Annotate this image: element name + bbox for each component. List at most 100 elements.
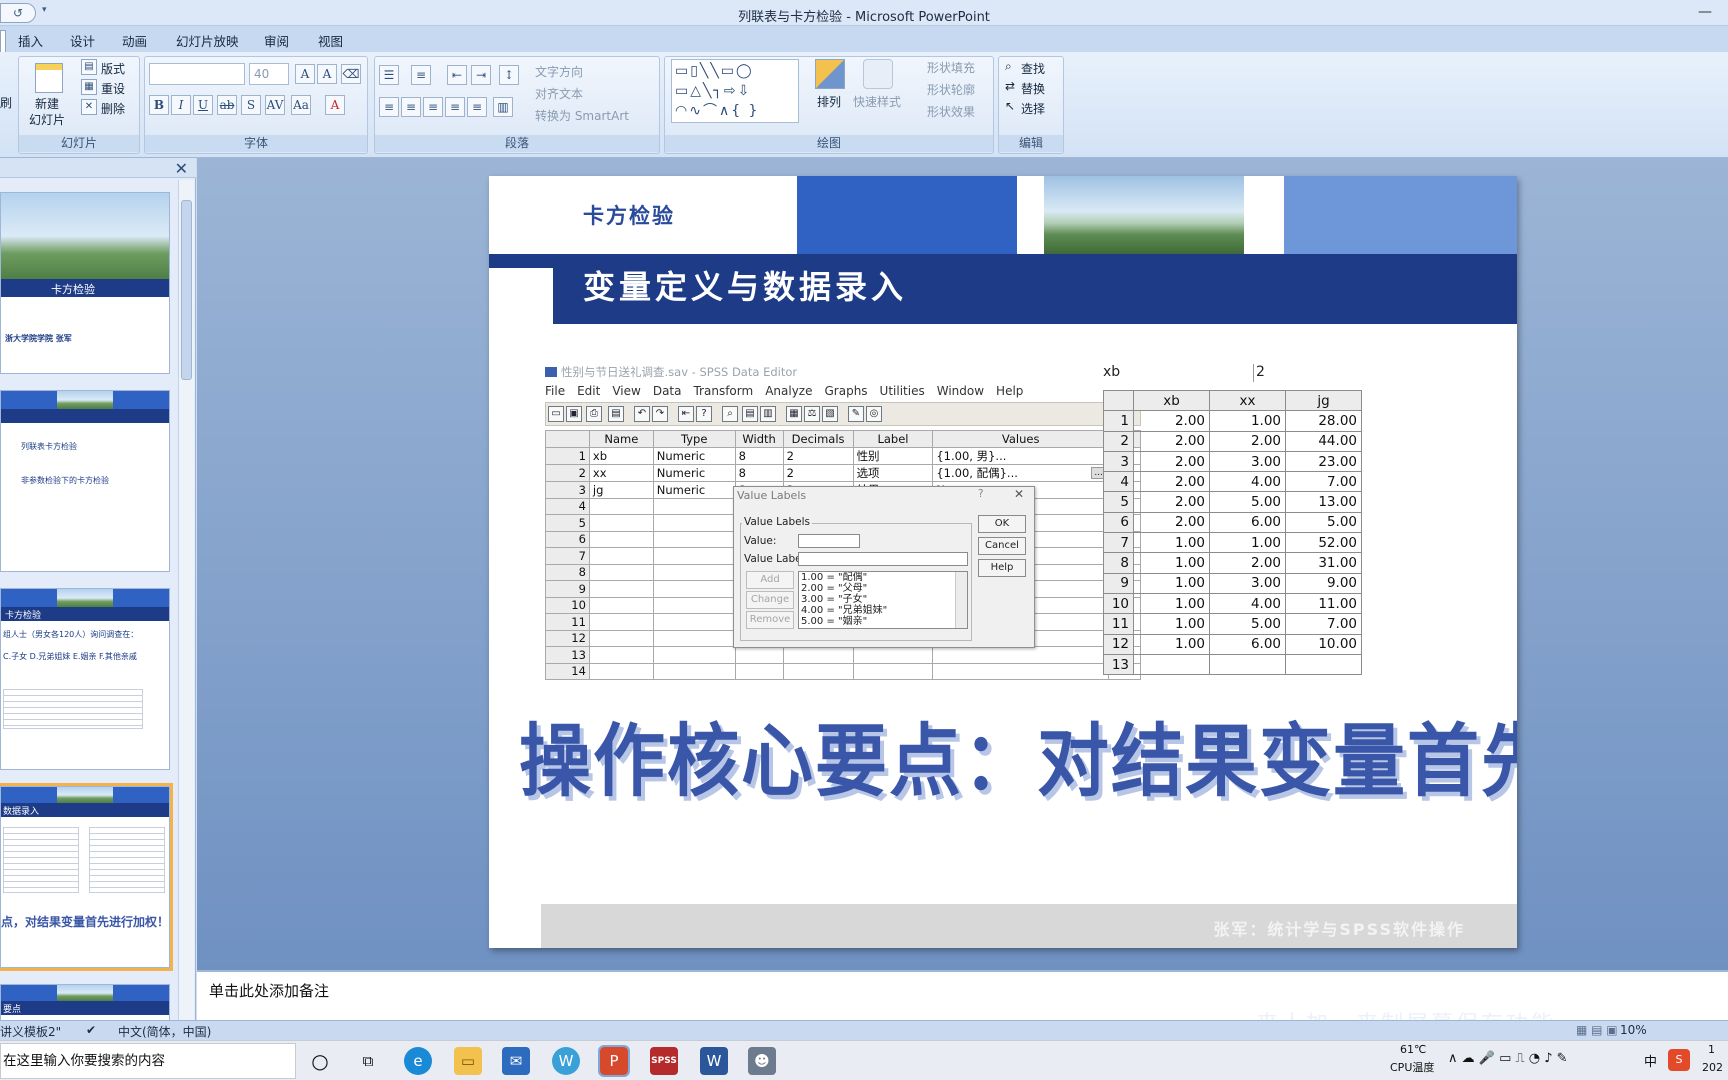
tab-view[interactable]: 视图	[318, 31, 343, 50]
notes-placeholder[interactable]: 单击此处添加备注	[209, 980, 329, 1001]
zoom-level[interactable]: 10%	[1620, 1023, 1647, 1037]
italic-icon[interactable]: I	[171, 95, 191, 115]
char-spacing-icon[interactable]: AV	[265, 95, 285, 115]
tab-review[interactable]: 审阅	[264, 31, 289, 50]
new-slide-label-line2[interactable]: 幻灯片	[29, 111, 65, 128]
tab-slideshow[interactable]: 幻灯片放映	[176, 31, 239, 50]
tab-animation[interactable]: 动画	[122, 31, 147, 50]
powerpoint-icon[interactable]: P	[598, 1045, 630, 1077]
data-cell: 2.00	[1209, 430, 1286, 452]
cell-text: {1.00, 配偶}...	[936, 465, 1018, 480]
bold-icon[interactable]: B	[149, 95, 169, 115]
strikethrough-icon[interactable]: ab	[217, 95, 237, 115]
spss-cell	[734, 646, 784, 664]
scrollbar-thumb[interactable]	[181, 200, 192, 380]
delete-button[interactable]: 删除	[101, 100, 125, 117]
grow-font-icon[interactable]: A	[295, 64, 315, 84]
minimize-button[interactable]: —	[1698, 4, 1712, 20]
find-button[interactable]: 查找	[1021, 60, 1045, 77]
shapes-gallery[interactable]: ▭▯╲╲▭◯ ▭△╲┐⇨⇩ ◠∿⌒∧{ }	[671, 59, 799, 123]
tray-icons[interactable]: ∧ ☁ 🎤 ▭ ⎍ ◔ ♪ ✎	[1448, 1051, 1568, 1066]
slide-thumbnail-2[interactable]: 列联表卡方检验 非参数检验下的卡方检验	[0, 390, 170, 572]
new-slide-button[interactable]: 新建	[35, 95, 59, 112]
select-button[interactable]: 选择	[1021, 100, 1045, 117]
thumbnail-band	[1, 409, 169, 423]
spss-cell	[652, 580, 736, 598]
underline-icon[interactable]: U	[193, 95, 213, 115]
format-painter-label[interactable]: 刷	[0, 94, 12, 111]
clear-format-icon[interactable]: ⌫	[341, 64, 361, 84]
font-color-icon[interactable]: A	[325, 95, 345, 115]
reset-button[interactable]: 重设	[101, 80, 125, 97]
tab-design[interactable]: 设计	[70, 31, 95, 50]
slide-thumbnail-4[interactable]: 数据录入 点，对结果变量首先进行加权！	[0, 783, 173, 971]
numbering-icon[interactable]: ≡	[411, 65, 431, 85]
list-item: 3.00 = "子女"	[801, 594, 868, 605]
increase-indent-icon[interactable]: ⇥	[471, 65, 491, 85]
file-explorer-icon[interactable]: ▭	[454, 1047, 482, 1075]
distribute-icon[interactable]: ≡	[467, 97, 487, 117]
align-center-icon[interactable]: ≡	[401, 97, 421, 117]
line-spacing-icon[interactable]: ↕	[499, 65, 519, 85]
mail-icon[interactable]: ✉	[502, 1047, 530, 1075]
change-case-icon[interactable]: Aa	[291, 95, 311, 115]
row-number: 4	[545, 497, 590, 515]
spss-cell: Numeric	[652, 446, 736, 465]
slide-thumbnail-5[interactable]: 要点	[0, 984, 170, 1022]
font-size-combo[interactable]: 40	[249, 63, 289, 85]
decrease-indent-icon[interactable]: ⇤	[447, 65, 467, 85]
shape-fill-button[interactable]: 形状填充	[927, 59, 975, 76]
edge-icon[interactable]: e	[404, 1047, 432, 1075]
antivirus-icon[interactable]: S	[1668, 1049, 1690, 1071]
arrange-button[interactable]: 排列	[817, 93, 841, 110]
task-view-icon[interactable]: ⧉	[354, 1047, 382, 1075]
bullets-icon[interactable]: ☰	[379, 65, 399, 85]
spss-icon[interactable]: SPSS	[650, 1047, 678, 1075]
close-icon[interactable]: ✕	[175, 159, 188, 178]
shrink-font-icon[interactable]: A	[317, 64, 337, 84]
row-number: 4	[1103, 471, 1134, 493]
app-icon[interactable]: ☻	[748, 1047, 776, 1075]
layout-button[interactable]: 版式	[101, 60, 125, 77]
value-field-label: Value:	[744, 535, 777, 547]
spss-cell	[652, 514, 736, 532]
columns-icon[interactable]: ▥	[493, 97, 513, 117]
align-text-button[interactable]: 对齐文本	[535, 85, 583, 102]
justify-icon[interactable]: ≡	[445, 97, 465, 117]
spss-column-header: Values	[932, 430, 1109, 448]
spss-cell	[852, 662, 934, 680]
word-icon[interactable]: W	[700, 1047, 728, 1075]
shadow-icon[interactable]: S	[241, 95, 261, 115]
tab-home[interactable]	[0, 30, 6, 52]
print-icon: ⎙	[586, 406, 602, 422]
spss-cell: 2	[782, 463, 854, 482]
slide-thumbnail-1[interactable]: 卡方检验 浙大学院学院 张军	[0, 192, 170, 374]
spell-check-icon[interactable]: ✔	[86, 1023, 96, 1037]
help-button: Help	[978, 559, 1026, 577]
shape-effects-button[interactable]: 形状效果	[927, 103, 975, 120]
convert-smartart-button[interactable]: 转换为 SmartArt	[535, 107, 629, 124]
search-input[interactable]: 在这里输入你要搜索的内容	[0, 1043, 296, 1079]
ime-indicator[interactable]: 中	[1644, 1051, 1657, 1070]
replace-button[interactable]: 替换	[1021, 80, 1045, 97]
text-direction-button[interactable]: 文字方向	[535, 63, 583, 80]
find-icon: ⌕	[1005, 59, 1012, 73]
quick-styles-button[interactable]: 快速样式	[853, 93, 901, 110]
row-number: 7	[1103, 532, 1134, 554]
slide-thumbnail-3[interactable]: 卡方检验 组人士（男女各120人）询问调查在： C.子女 D.兄弟姐妹 E.姻亲…	[0, 588, 170, 770]
view-buttons[interactable]: ▦ ▤ ▣	[1576, 1023, 1618, 1037]
cortana-icon[interactable]: ○	[306, 1047, 334, 1075]
row-number: 10	[545, 596, 590, 614]
thumbnail-line: C.子女 D.兄弟姐妹 E.姻亲 F.其他亲戚	[3, 652, 137, 661]
font-name-combo[interactable]	[149, 63, 245, 85]
language-indicator[interactable]: 中文(简体，中国)	[118, 1023, 211, 1040]
align-left-icon[interactable]: ≡	[379, 97, 399, 117]
tab-insert[interactable]: 插入	[18, 31, 43, 50]
slides-group: 新建 幻灯片 ▤ 版式 ▦ 重设 ✕ 删除 幻灯片	[18, 56, 140, 154]
wps-icon[interactable]: W	[552, 1047, 580, 1075]
shape-outline-button[interactable]: 形状轮廓	[927, 81, 975, 98]
slides-panel-scrollbar[interactable]	[178, 180, 194, 1020]
row-number: 6	[545, 530, 590, 548]
align-right-icon[interactable]: ≡	[423, 97, 443, 117]
slide[interactable]: 卡方检验 变量定义与数据录入 性别与节日送礼调查.sav - SPSS Data…	[489, 176, 1517, 948]
